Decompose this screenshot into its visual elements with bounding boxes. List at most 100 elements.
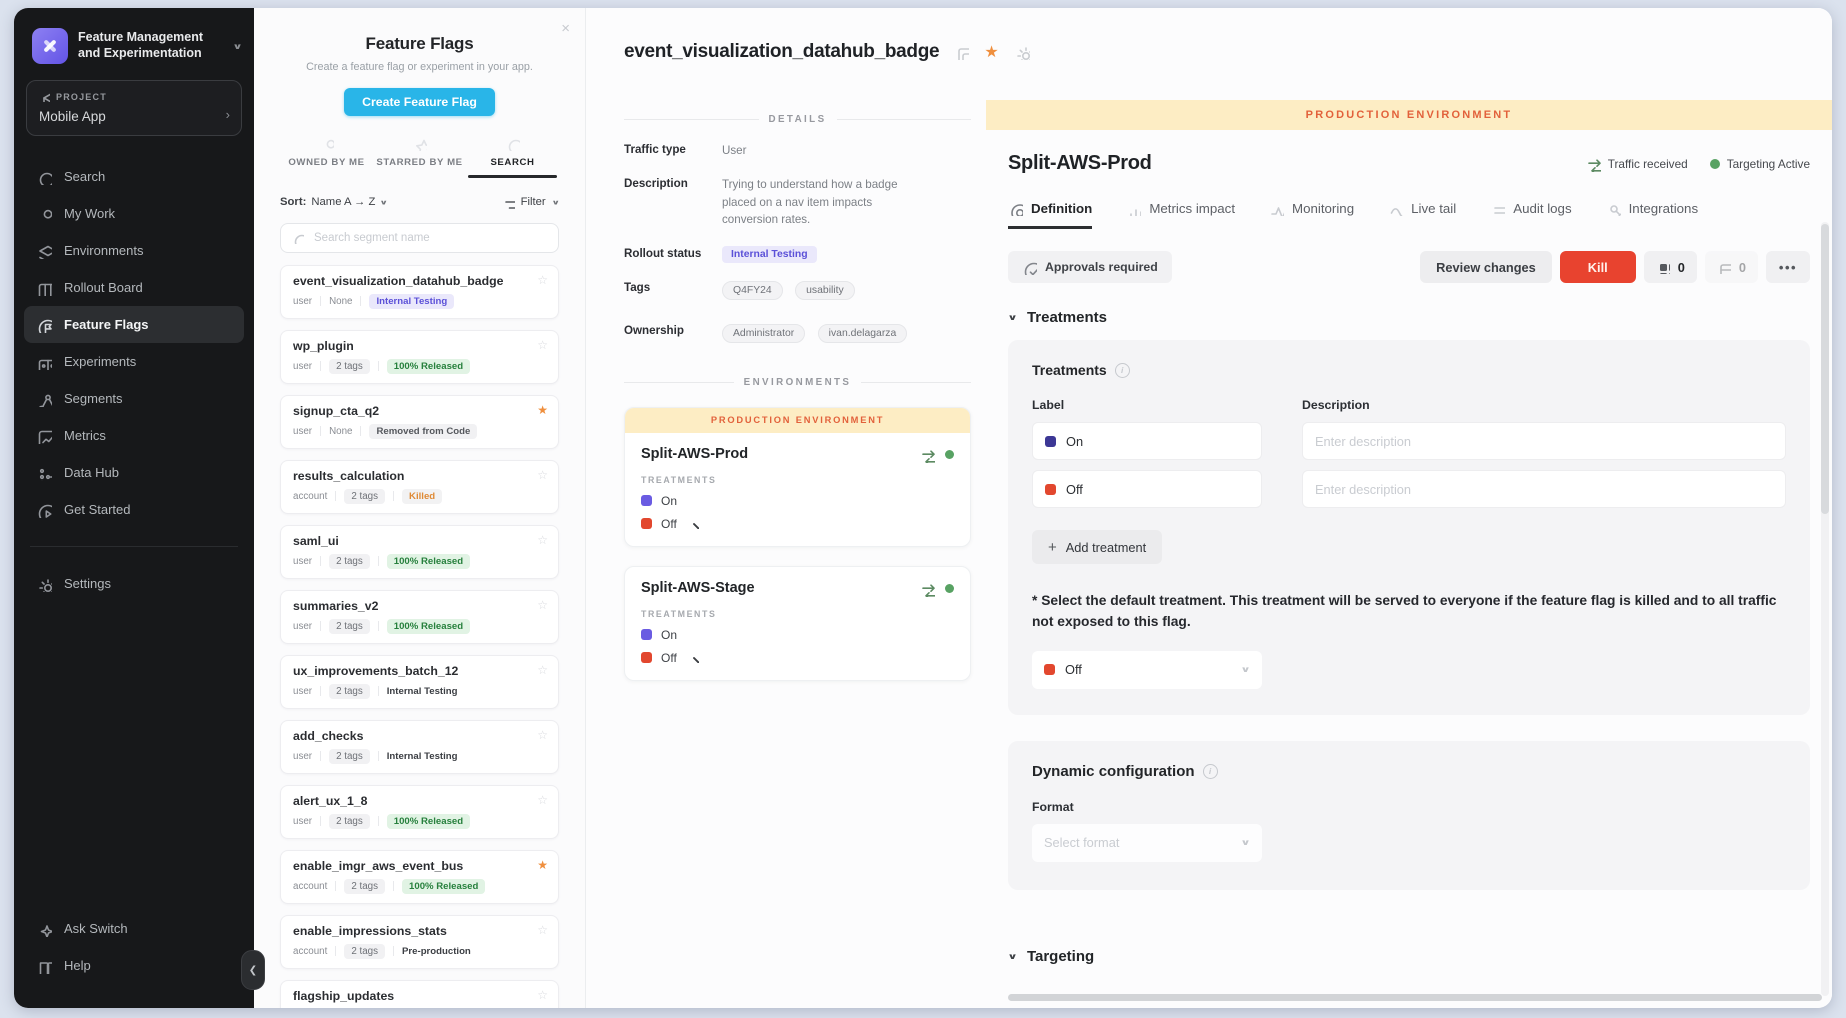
sidebar-item-data-hub[interactable]: Data Hub [24,454,244,491]
flag-card-signup-cta[interactable]: signup_cta_q2 ★ userNoneRemoved from Cod… [280,395,559,449]
treatment-label-input[interactable]: On [1032,422,1262,460]
traffic-type: user [293,751,312,762]
sidebar-item-my-work[interactable]: My Work [24,195,244,232]
treatment-label-input[interactable]: Off [1032,470,1262,508]
field-tags: Tags Q4FY24 usability [624,280,971,306]
link-nodes-icon [1606,201,1621,216]
sort-dropdown[interactable]: Sort: Name A → Z ∨ [280,196,388,208]
flag-card-results-calculation[interactable]: results_calculation ☆ account2 tagsKille… [280,460,559,514]
sidebar-item-rollout-board[interactable]: Rollout Board [24,269,244,306]
star-icon[interactable]: ★ [537,858,548,872]
star-icon[interactable]: ☆ [537,338,548,352]
star-icon[interactable]: ☆ [537,988,548,1002]
sidebar-item-ask-switch[interactable]: Ask Switch [24,910,244,947]
star-icon[interactable]: ☆ [537,598,548,612]
star-icon[interactable]: ☆ [537,923,548,937]
sidebar-item-help[interactable]: Help [24,947,244,984]
flag-card-ux-improvements[interactable]: ux_improvements_batch_12 ☆ user2 tagsInt… [280,655,559,709]
sidebar-item-segments[interactable]: Segments [24,380,244,417]
environment-name: Split-AWS-Prod [641,446,748,462]
workspace-switcher[interactable]: Feature Management and Experimentation ∨ [14,8,254,64]
treatment-description-input[interactable] [1302,422,1786,460]
targeting-section-header[interactable]: ∨ Targeting [1008,948,1810,965]
vertical-scrollbar-thumb[interactable] [1821,224,1829,514]
workspace-title: Feature Management and Experimentation [78,30,203,61]
tag-count: 2 tags [329,359,370,374]
copy-icon[interactable] [954,45,969,60]
tag-pill[interactable]: usability [795,281,855,300]
project-selector[interactable]: PROJECT Mobile App › [26,80,242,136]
treatment-row-on: On [641,628,954,642]
flag-name: wp_plugin [293,339,546,353]
format-select[interactable]: Select format ∨ [1032,824,1262,862]
sidebar-collapse-handle[interactable]: ❮ [241,950,265,990]
flag-card-saml-ui[interactable]: saml_ui ☆ user2 tags100% Released [280,525,559,579]
vertical-scrollbar-track[interactable] [1821,222,1829,996]
info-icon[interactable] [1203,764,1218,779]
star-icon[interactable]: ☆ [537,273,548,287]
flag-card-add-checks[interactable]: add_checks ☆ user2 tagsInternal Testing [280,720,559,774]
flag-card-event-visualization[interactable]: event_visualization_datahub_badge ☆ user… [280,265,559,319]
default-treatment-select[interactable]: Off ∨ [1032,651,1262,689]
flag-card-summaries-v2[interactable]: summaries_v2 ☆ user2 tags100% Released [280,590,559,644]
flag-card-enable-impressions[interactable]: enable_impressions_stats ☆ account2 tags… [280,915,559,969]
sidebar-item-experiments[interactable]: Experiments [24,343,244,380]
flag-card-enable-imgr[interactable]: enable_imgr_aws_event_bus ★ account2 tag… [280,850,559,904]
chevron-down-icon: ∨ [380,198,388,206]
treatment-color-swatch [1045,436,1056,447]
kill-button[interactable]: Kill [1560,251,1636,283]
tab-audit-logs[interactable]: Audit logs [1490,201,1571,229]
secondary-count-button[interactable]: 0 [1705,251,1758,283]
treatments-section-header[interactable]: ∨ Treatments [1008,309,1810,326]
sidebar-item-environments[interactable]: Environments [24,232,244,269]
filter-dropdown[interactable]: Filter ∨ [502,196,559,209]
info-icon[interactable] [1115,363,1130,378]
flags-search-input[interactable] [312,231,548,245]
star-icon[interactable]: ★ [537,403,548,417]
sidebar-item-feature-flags[interactable]: Feature Flags [24,306,244,343]
create-feature-flag-button[interactable]: Create Feature Flag [344,88,495,116]
environment-card-prod[interactable]: PRODUCTION ENVIRONMENT Split-AWS-Prod TR… [624,407,971,547]
tab-integrations[interactable]: Integrations [1606,201,1698,229]
star-icon[interactable]: ★ [984,42,998,62]
tab-metrics-impact[interactable]: Metrics impact [1126,201,1235,229]
add-treatment-button[interactable]: + Add treatment [1032,530,1162,564]
horizontal-scrollbar[interactable] [1008,994,1822,1001]
flag-card-flagship-updates[interactable]: flagship_updates ☆ account2 tagsKilled [280,980,559,1008]
tab-owned-by-me[interactable]: OWNED BY ME [280,132,373,178]
traffic-type: account [293,881,327,892]
gear-icon[interactable] [1014,44,1030,60]
tab-definition[interactable]: Definition [1008,201,1092,229]
sidebar-item-search[interactable]: Search [24,158,244,195]
star-icon[interactable]: ☆ [537,728,548,742]
tab-monitoring[interactable]: Monitoring [1269,201,1354,229]
approvals-required-badge[interactable]: Approvals required [1008,251,1172,283]
star-icon[interactable]: ☆ [537,533,548,547]
tab-starred-by-me[interactable]: STARRED BY ME [373,132,466,178]
flag-card-alert-ux[interactable]: alert_ux_1_8 ☆ user2 tags100% Released [280,785,559,839]
help-book-icon [36,958,52,974]
environment-card-stage[interactable]: Split-AWS-Stage TREATMENTS On [624,566,971,681]
more-actions-button[interactable]: ••• [1766,251,1810,283]
sidebar-item-label: Experiments [64,354,136,369]
flag-card-wp-plugin[interactable]: wp_plugin ☆ user2 tags100% Released [280,330,559,384]
close-icon[interactable]: × [561,20,570,37]
sidebar-item-settings[interactable]: Settings [24,565,244,602]
tag-pill[interactable]: Q4FY24 [722,281,783,300]
tab-live-tail[interactable]: Live tail [1388,201,1456,229]
person-icon [319,136,334,151]
star-icon[interactable]: ☆ [537,468,548,482]
tab-search[interactable]: SEARCH [466,132,559,178]
circle-check-icon [1022,260,1037,275]
owner-pill[interactable]: ivan.delagarza [818,324,908,343]
owner-pill[interactable]: Administrator [722,324,805,343]
star-icon[interactable]: ☆ [537,793,548,807]
sidebar-item-metrics[interactable]: Metrics [24,417,244,454]
sidebar-item-get-started[interactable]: Get Started [24,491,244,528]
tag-count: 2 tags [329,554,370,569]
review-changes-button[interactable]: Review changes [1420,251,1552,283]
treatment-description-input[interactable] [1302,470,1786,508]
treatment-label: On [661,628,677,642]
rollout-count-button[interactable]: 0 [1644,251,1697,283]
star-icon[interactable]: ☆ [537,663,548,677]
